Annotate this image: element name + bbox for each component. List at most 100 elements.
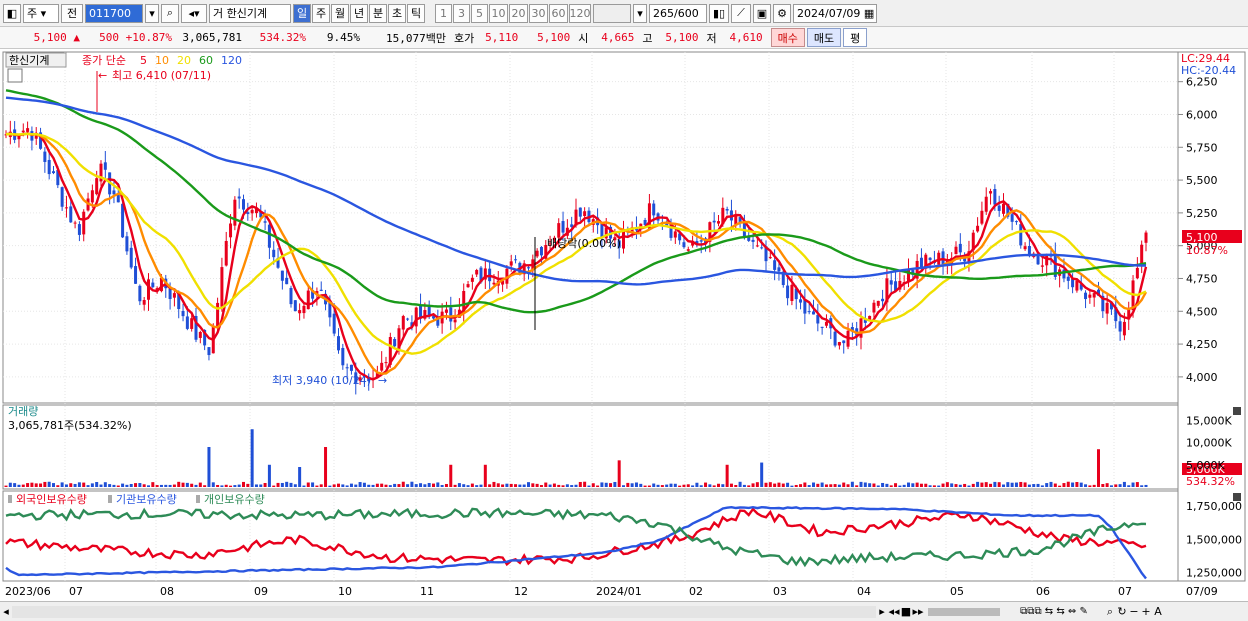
ma-legend-3[interactable]: 60 xyxy=(199,54,213,67)
interval-button-0[interactable]: 1 xyxy=(435,3,452,23)
quote-volume-ratio: 534.32% xyxy=(259,31,306,44)
code-dropdown-icon[interactable]: ▾ xyxy=(145,3,159,23)
volume-bar xyxy=(483,464,487,487)
period-button-4[interactable]: 분 xyxy=(369,3,387,23)
volume-bar xyxy=(570,485,574,487)
scroll-left-icon[interactable]: ◂ xyxy=(0,605,12,618)
period-button-1[interactable]: 주 xyxy=(312,3,330,23)
line-type-icon[interactable]: ⟋ xyxy=(731,3,751,23)
interval-button-7[interactable]: 120 xyxy=(569,3,591,23)
volume-bar xyxy=(509,483,513,487)
zoom-search-icon[interactable]: ⌕ xyxy=(1104,605,1116,619)
interval-button-1[interactable]: 3 xyxy=(453,3,470,23)
high-value: 5,100 xyxy=(665,31,699,44)
volume-bar xyxy=(371,484,375,487)
speaker-icon[interactable]: ◂▾ xyxy=(181,3,207,23)
interval-button-5[interactable]: 30 xyxy=(529,3,548,23)
candle-body xyxy=(393,339,397,347)
refresh-icon[interactable]: ↻ xyxy=(1116,605,1128,618)
date-label-3: 09 xyxy=(254,585,268,598)
low-note: 최저 3,940 (10/24) xyxy=(272,374,371,387)
volume-bar xyxy=(587,485,591,487)
stop-icon[interactable]: ■ xyxy=(900,605,912,618)
volume-bar xyxy=(898,485,902,487)
volume-bar xyxy=(578,481,582,487)
period-button-6[interactable]: 틱 xyxy=(407,3,425,23)
volume-bar xyxy=(820,482,824,487)
date-label-7: 2024/01 xyxy=(596,585,642,598)
volume-bar xyxy=(432,483,435,487)
volume-bar xyxy=(712,485,716,487)
chart-svg[interactable]: 6,2506,0005,7505,5005,2505,0004,7504,500… xyxy=(0,50,1248,602)
volume-close-icon[interactable] xyxy=(1233,407,1241,415)
candle-body xyxy=(103,162,107,170)
period-button-2[interactable]: 월 xyxy=(331,3,349,23)
eval-button[interactable]: 평 xyxy=(843,28,868,47)
search-icon[interactable]: ⌕ xyxy=(161,3,179,23)
volume-bar xyxy=(86,485,90,487)
candle-body xyxy=(786,285,790,299)
count-field[interactable]: 265/600 xyxy=(649,3,707,23)
candle-body xyxy=(777,267,781,272)
volume-bar xyxy=(768,482,772,487)
count-value: 265 xyxy=(653,6,674,20)
volume-bar xyxy=(691,485,695,487)
font-icon[interactable]: A xyxy=(1152,605,1164,618)
candle-body xyxy=(125,236,129,252)
candle-body xyxy=(380,362,384,371)
volume-bar xyxy=(250,429,254,487)
ma-legend-0[interactable]: 5 xyxy=(140,54,147,67)
stock-name-field[interactable]: 거 한신기계 xyxy=(209,3,291,23)
interval-dropdown-icon[interactable]: ▾ xyxy=(633,3,647,23)
volume-bar xyxy=(501,484,505,487)
window-icon[interactable]: ◧ xyxy=(3,3,21,23)
scroll-right-icon[interactable]: ▸ xyxy=(876,605,888,618)
candle-type-icon[interactable]: ▮▯ xyxy=(709,3,729,23)
scroll-track[interactable] xyxy=(12,605,876,618)
date-field[interactable]: 2024/07/09 ▦ xyxy=(793,3,877,23)
holding-legend-0[interactable]: 외국인보유수량 xyxy=(16,493,87,506)
period-type-select[interactable]: 주 ▾ xyxy=(23,3,59,23)
interval-button-3[interactable]: 10 xyxy=(489,3,508,23)
sell-button[interactable]: 매도 xyxy=(806,28,842,47)
volume-bar xyxy=(444,483,448,487)
draw-tools-icon[interactable]: ⧉⧉⧉ ⇆ ⇆ ⇔ ✎ xyxy=(1004,606,1104,617)
ma-legend-1[interactable]: 10 xyxy=(155,54,169,67)
volume-bar xyxy=(561,485,565,487)
interval-button-2[interactable]: 5 xyxy=(471,3,488,23)
interval-button-4[interactable]: 20 xyxy=(509,3,528,23)
volume-bar xyxy=(781,483,785,487)
volume-panel-bg xyxy=(2,404,1179,490)
settings-icon[interactable]: ⚙ xyxy=(773,3,791,23)
buy-button[interactable]: 매수 xyxy=(770,28,805,47)
open-value: 4,665 xyxy=(601,31,635,44)
chart-area[interactable]: 6,250 6,000 5,750 5,500 5,250 5,000 4,750 4,500… xyxy=(0,50,1248,602)
ma-legend-2[interactable]: 20 xyxy=(177,54,191,67)
candle-body xyxy=(229,223,233,238)
period-button-3[interactable]: 년 xyxy=(350,3,368,23)
interval-custom-select[interactable] xyxy=(593,3,631,23)
candle-body xyxy=(1040,265,1044,267)
play-icon[interactable]: ▸▸ xyxy=(912,605,924,618)
interval-button-6[interactable]: 60 xyxy=(549,3,568,23)
zoom-slider[interactable] xyxy=(928,607,1000,616)
ma-legend-4[interactable]: 120 xyxy=(221,54,242,67)
holding-close-icon[interactable] xyxy=(1233,493,1241,501)
candle-body xyxy=(190,318,194,329)
period-button-5[interactable]: 초 xyxy=(388,3,406,23)
zoom-in-icon[interactable]: + xyxy=(1140,605,1152,618)
prev-page-icon[interactable]: ◂◂ xyxy=(888,605,900,618)
candle-body xyxy=(760,247,764,249)
zoom-out-icon[interactable]: − xyxy=(1128,605,1140,618)
table-icon[interactable] xyxy=(7,68,23,83)
candle-body xyxy=(561,221,565,233)
save-icon[interactable]: ▣ xyxy=(753,3,771,23)
holding-legend-2[interactable]: 개인보유수량 xyxy=(204,493,265,506)
volume-bar xyxy=(332,484,336,487)
prev-button[interactable]: 전 xyxy=(61,3,83,23)
stock-code-input[interactable]: 011700 xyxy=(85,3,143,23)
candle-body xyxy=(52,171,55,174)
period-button-0[interactable]: 일 xyxy=(293,3,311,23)
holding-legend-1[interactable]: 기관보유수량 xyxy=(116,493,177,506)
volume-bar xyxy=(1058,485,1062,487)
